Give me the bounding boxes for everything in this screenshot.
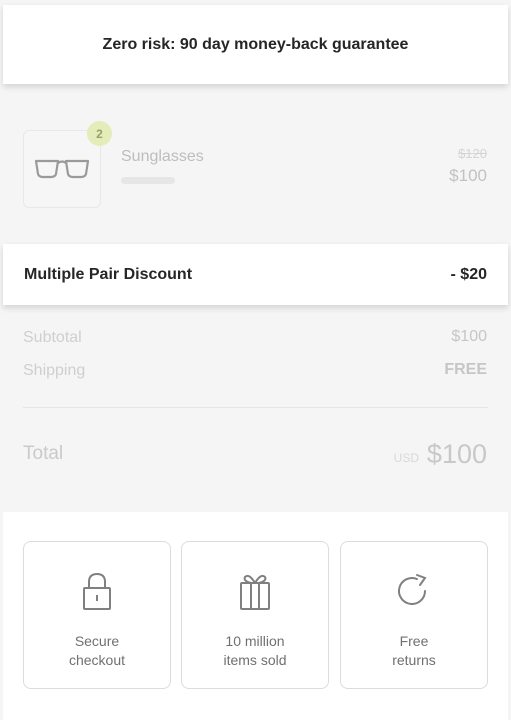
total-value: $100 <box>426 439 487 469</box>
discount-label: Multiple Pair Discount <box>24 265 193 283</box>
product-name: Sunglasses <box>121 148 204 165</box>
trust-label: Free returns <box>392 633 436 668</box>
discount-row: Multiple Pair Discount - $20 <box>3 244 508 305</box>
lock-icon <box>83 572 111 610</box>
trust-card-items-sold: 10 million items sold <box>181 541 329 689</box>
summary-divider <box>23 407 488 408</box>
guarantee-banner: Zero risk: 90 day money-back guarantee <box>3 5 508 84</box>
trust-card-free-returns: Free returns <box>340 541 488 689</box>
gift-icon <box>240 574 270 610</box>
trust-label: Secure checkout <box>68 633 126 668</box>
product-variant-placeholder <box>121 177 175 184</box>
total-label: Total <box>23 443 64 464</box>
total-currency: USD <box>393 451 419 465</box>
trust-label: 10 million items sold <box>223 633 287 668</box>
trust-card-secure-checkout: Secure checkout <box>23 541 171 689</box>
shipping-value: FREE <box>444 361 487 378</box>
product-price: $100 <box>449 166 487 185</box>
glasses-icon <box>34 159 90 179</box>
subtotal-label: Subtotal <box>23 329 82 346</box>
subtotal-value: $100 <box>451 328 487 345</box>
refresh-icon <box>398 574 427 605</box>
quantity-badge: 2 <box>87 121 112 146</box>
original-price: $120 <box>458 146 487 161</box>
guarantee-text: Zero risk: 90 day money-back guarantee <box>102 35 409 53</box>
discount-amount: - $20 <box>450 265 487 283</box>
shipping-label: Shipping <box>23 362 86 379</box>
